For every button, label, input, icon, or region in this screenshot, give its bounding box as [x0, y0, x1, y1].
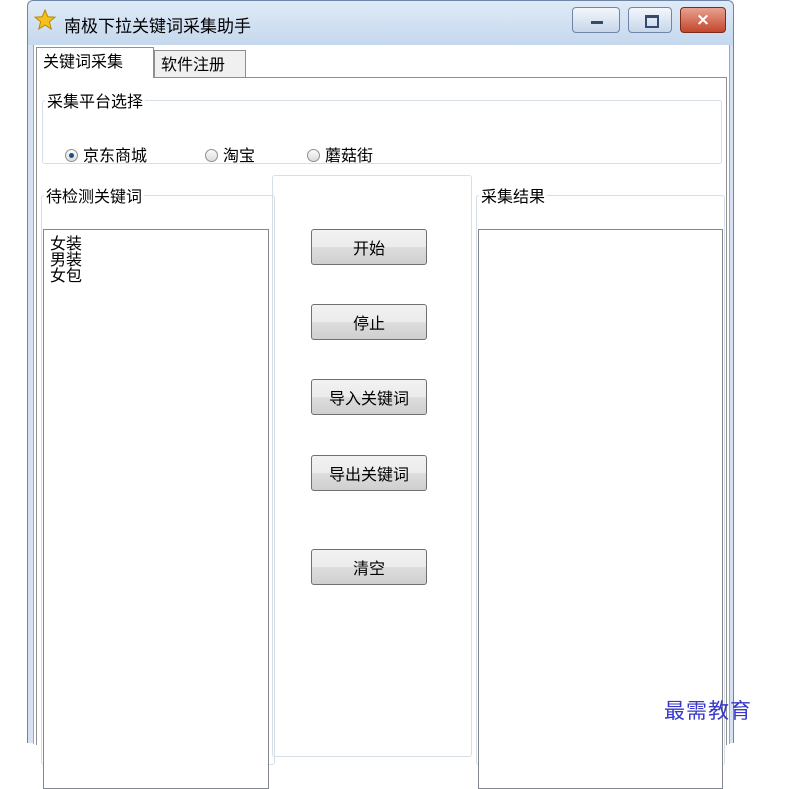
radio-label-taobao: 淘宝: [223, 146, 256, 165]
action-button-panel: 开始 停止 导入关键词 导出关键词 清空: [272, 175, 472, 757]
close-button[interactable]: ×: [680, 7, 726, 33]
platform-select-group: 采集平台选择 京东商城 淘宝 蘑菇街: [42, 88, 722, 166]
watermark-text: 最需教育: [664, 699, 752, 723]
radio-label-mogujie: 蘑菇街: [325, 146, 374, 165]
results-legend: 采集结果: [481, 187, 546, 206]
radio-dot-mogujie[interactable]: [307, 149, 320, 162]
tab-panel-keyword-collect: 采集平台选择 京东商城 淘宝 蘑菇街 待检测关键词 女装 男装 女包 开始 停止…: [36, 77, 727, 789]
maximize-icon: [645, 15, 659, 28]
close-icon: ×: [695, 10, 711, 30]
radio-taobao[interactable]: 淘宝: [205, 142, 255, 166]
pending-keywords-textbox[interactable]: 女装 男装 女包: [43, 229, 269, 789]
window-title: 南极下拉关键词采集助手: [64, 17, 251, 37]
radio-mogujie[interactable]: 蘑菇街: [307, 142, 373, 166]
radio-dot-jd[interactable]: [65, 149, 78, 162]
maximize-button[interactable]: [628, 7, 672, 33]
pending-keywords-legend: 待检测关键词: [46, 187, 143, 206]
start-button[interactable]: 开始: [311, 229, 427, 265]
radio-dot-taobao[interactable]: [205, 149, 218, 162]
star-icon: [34, 9, 56, 31]
import-keywords-button[interactable]: 导入关键词: [311, 379, 427, 415]
tab-keyword-collect[interactable]: 关键词采集: [36, 47, 154, 78]
tab-software-register[interactable]: 软件注册: [154, 50, 246, 78]
stop-button[interactable]: 停止: [311, 304, 427, 340]
radio-label-jd: 京东商城: [83, 146, 148, 165]
clear-button[interactable]: 清空: [311, 549, 427, 585]
window-client-area: 关键词采集 软件注册 采集平台选择 京东商城 淘宝 蘑菇街 待检测关键词 女装 …: [33, 45, 730, 789]
export-keywords-button[interactable]: 导出关键词: [311, 455, 427, 491]
keyword-item: 女包: [50, 266, 83, 285]
platform-group-legend: 采集平台选择: [47, 92, 144, 111]
title-bar[interactable]: 南极下拉关键词采集助手 ×: [28, 1, 733, 45]
main-window: 南极下拉关键词采集助手 × 关键词采集 软件注册 采集平台选择 京东商城 淘宝 …: [27, 0, 734, 789]
pending-keywords-group: 待检测关键词 女装 男装 女包: [41, 183, 275, 789]
radio-jd[interactable]: 京东商城: [65, 142, 147, 166]
minimize-button[interactable]: [572, 7, 620, 33]
minimize-icon: [591, 21, 603, 24]
results-group: 采集结果: [476, 183, 725, 789]
